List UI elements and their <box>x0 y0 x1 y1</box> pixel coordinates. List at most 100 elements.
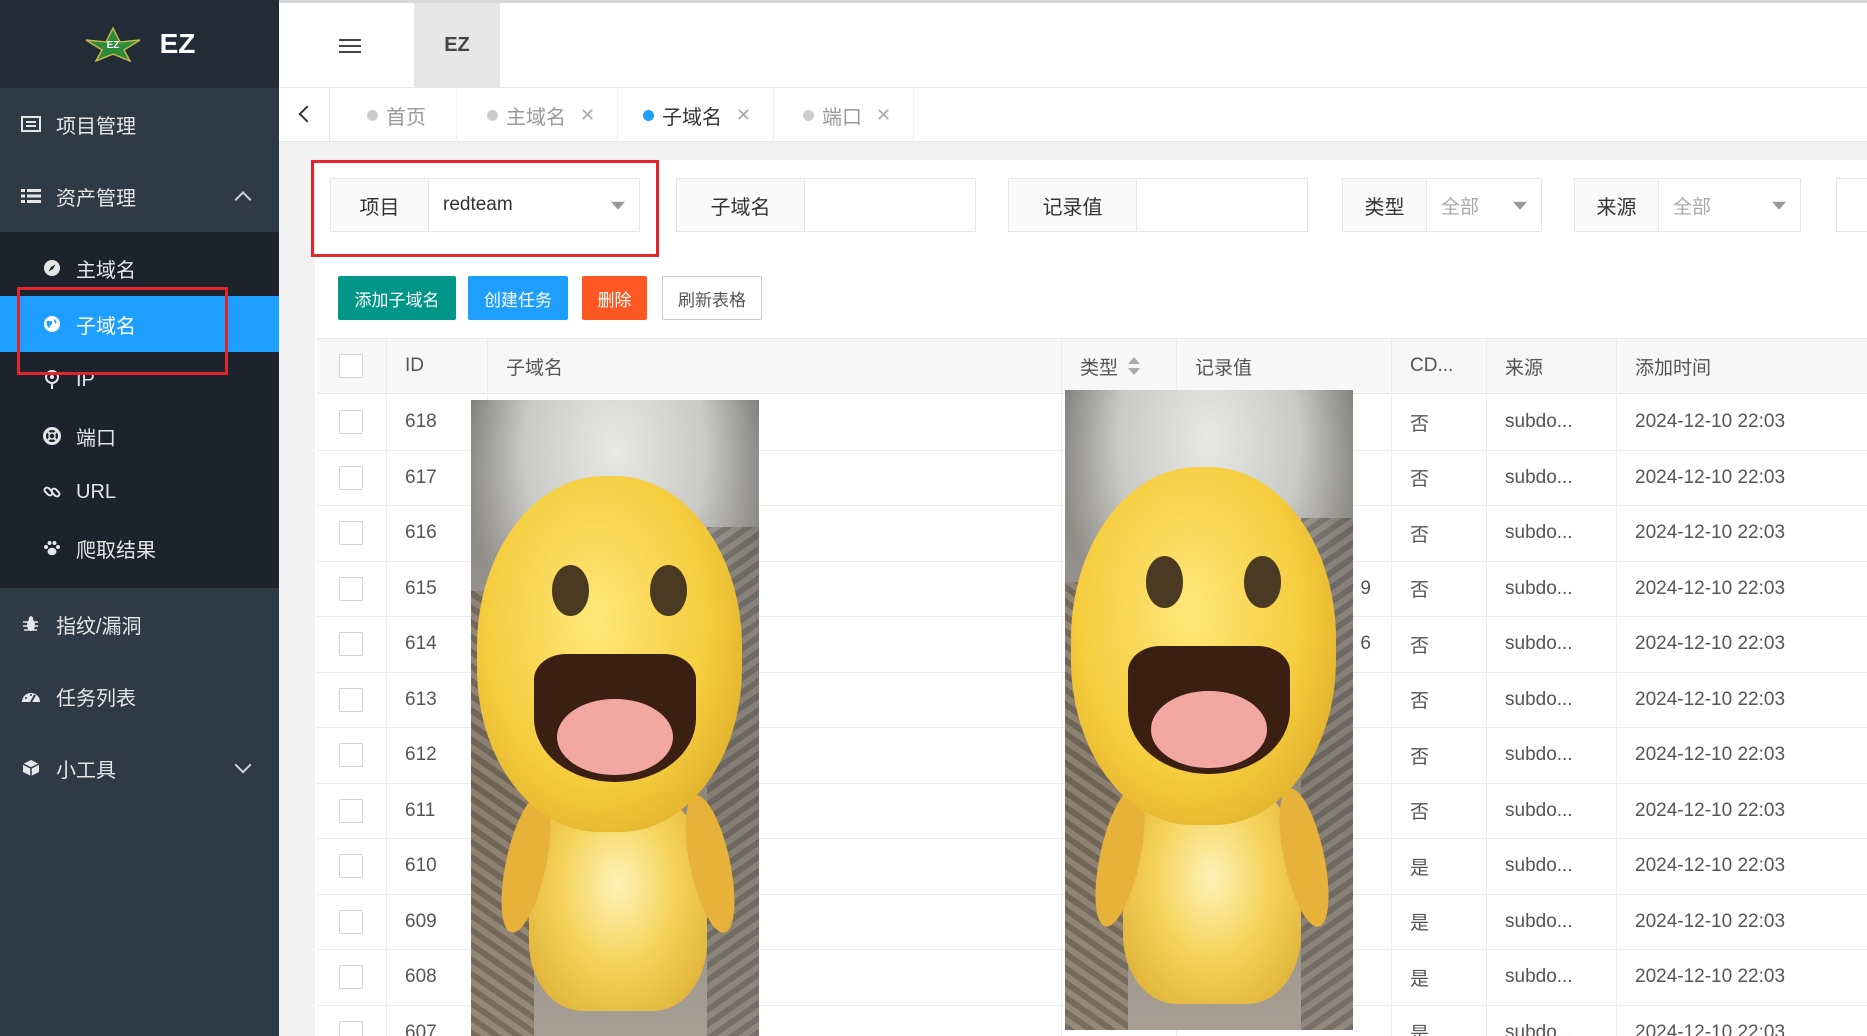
refresh-table-button[interactable]: 刷新表格 <box>662 276 762 320</box>
row-checkbox-cell <box>317 395 387 450</box>
cell-added-time: 2024-12-10 22:03 <box>1635 744 1786 766</box>
select-all-checkbox[interactable] <box>339 354 363 378</box>
sidebar-subitem-crawl-results[interactable]: 爬取结果 <box>0 520 279 576</box>
row-checkbox-cell <box>317 617 387 672</box>
sidebar-item-task-list[interactable]: 任务列表 <box>0 668 279 724</box>
tab-port[interactable]: 端口 ✕ <box>803 88 915 142</box>
row-checkbox[interactable] <box>339 965 363 990</box>
cell-source: subdo... <box>1487 617 1617 672</box>
cell-cdn: 否 <box>1392 506 1487 561</box>
paw-icon <box>42 538 62 558</box>
divider <box>329 88 330 142</box>
add-subdomain-button[interactable]: 添加子域名 <box>338 276 456 320</box>
cell-cdn: 否 <box>1392 561 1487 616</box>
header-checkbox-cell <box>317 339 387 393</box>
sidebar: EZ EZ 项目管理 资产管理 主域名 子域名 IP 端口 URL 爬取结果 指… <box>0 0 279 1036</box>
filter-label: 子域名 <box>677 179 805 231</box>
row-checkbox[interactable] <box>339 909 363 934</box>
type-filter[interactable]: 类型 全部 <box>1342 178 1542 232</box>
cell-cdn: 是 <box>1392 894 1487 949</box>
header-type-label: 类型 <box>1080 357 1119 379</box>
cube-icon <box>20 757 42 779</box>
chevron-left-icon[interactable] <box>295 102 315 126</box>
cell-cdn: 否 <box>1392 728 1487 783</box>
row-checkbox-cell <box>317 839 387 894</box>
row-checkbox[interactable] <box>339 854 363 879</box>
close-icon[interactable]: ✕ <box>876 105 891 126</box>
tab-subdomain[interactable]: 子域名 ✕ <box>643 88 775 142</box>
menu-toggle-icon[interactable] <box>339 39 361 55</box>
row-checkbox[interactable] <box>339 1020 363 1036</box>
row-checkbox[interactable] <box>339 465 363 490</box>
subdomain-filter[interactable]: 子域名 <box>676 178 976 232</box>
cell-cdn: 是 <box>1392 1005 1487 1036</box>
header-cdn[interactable]: CD... <box>1392 339 1487 393</box>
top-tab-ez[interactable]: EZ <box>414 3 500 88</box>
sidebar-subitem-label: 端口 <box>76 427 116 450</box>
delete-button[interactable]: 删除 <box>582 276 647 320</box>
cell-added-time: 2024-12-10 22:03 <box>1635 577 1786 599</box>
header-record[interactable]: 记录值 <box>1177 339 1392 393</box>
duck-sticker-image <box>471 400 759 1036</box>
sort-icon[interactable] <box>1128 357 1141 375</box>
cell-cdn: 否 <box>1392 617 1487 672</box>
row-checkbox-cell <box>317 672 387 727</box>
row-checkbox[interactable] <box>339 521 363 546</box>
header-subdomain[interactable]: 子域名 <box>488 339 1062 393</box>
cell-added-time: 2024-12-10 22:03 <box>1635 855 1786 877</box>
logo-badge-text: EZ <box>106 40 119 51</box>
highlight-box-subdomain <box>17 287 228 375</box>
bars-icon <box>20 185 42 207</box>
sidebar-subitem-url[interactable]: URL <box>0 464 279 520</box>
cell-source: subdo... <box>1487 950 1617 1005</box>
row-checkbox-cell <box>317 728 387 783</box>
logo-star-icon: EZ <box>84 26 142 63</box>
cell-added-time: 2024-12-10 22:03 <box>1635 688 1786 710</box>
compass-icon <box>42 258 62 278</box>
close-icon[interactable]: ✕ <box>580 105 595 126</box>
cell-source: subdo... <box>1487 450 1617 505</box>
sidebar-item-project-management[interactable]: 项目管理 <box>0 96 279 152</box>
asset-submenu: 主域名 子域名 IP 端口 URL 爬取结果 <box>0 232 279 588</box>
tab-dot-icon <box>643 109 654 121</box>
row-checkbox[interactable] <box>339 743 363 768</box>
cell-cdn: 否 <box>1392 672 1487 727</box>
sidebar-item-label: 小工具 <box>56 759 116 782</box>
sidebar-item-asset-management[interactable]: 资产管理 <box>0 168 279 224</box>
sidebar-item-tools[interactable]: 小工具 <box>0 740 279 796</box>
row-checkbox[interactable] <box>339 632 363 657</box>
tab-dot-icon <box>367 109 378 121</box>
type-select[interactable]: 全部 <box>1427 179 1541 231</box>
sidebar-item-label: 项目管理 <box>56 115 136 138</box>
header-added-time[interactable]: 添加时间 <box>1617 339 1867 393</box>
row-checkbox[interactable] <box>339 687 363 712</box>
header-type[interactable]: 类型 <box>1062 339 1177 393</box>
subdomain-input[interactable] <box>805 179 975 231</box>
caret-down-icon <box>1772 201 1786 210</box>
record-filter[interactable]: 记录值 <box>1008 178 1308 232</box>
row-checkbox[interactable] <box>339 576 363 601</box>
extra-filter-edge[interactable] <box>1836 178 1867 232</box>
row-checkbox[interactable] <box>339 410 363 435</box>
source-select[interactable]: 全部 <box>1659 179 1800 231</box>
page-tabs-bar: 首页 主域名 ✕ 子域名 ✕ 端口 ✕ <box>279 88 1867 142</box>
create-task-button[interactable]: 创建任务 <box>468 276 568 320</box>
tab-label: 主域名 <box>506 106 566 129</box>
row-checkbox[interactable] <box>339 798 363 823</box>
close-icon[interactable]: ✕ <box>736 105 751 126</box>
dashboard-icon <box>20 685 42 707</box>
logo[interactable]: EZ EZ <box>0 0 279 88</box>
sidebar-subitem-port[interactable]: 端口 <box>0 408 279 464</box>
record-input[interactable] <box>1137 179 1307 231</box>
lifebuoy-icon <box>42 426 62 446</box>
tab-home[interactable]: 首页 <box>367 88 457 142</box>
row-checkbox-cell <box>317 950 387 1005</box>
row-checkbox-cell <box>317 506 387 561</box>
header-id[interactable]: ID <box>387 339 488 393</box>
cell-added-time: 2024-12-10 22:03 <box>1635 910 1786 932</box>
sidebar-item-fingerprint-vuln[interactable]: 指纹/漏洞 <box>0 596 279 652</box>
header-source[interactable]: 来源 <box>1487 339 1617 393</box>
source-filter[interactable]: 来源 全部 <box>1574 178 1801 232</box>
cell-added-time: 2024-12-10 22:03 <box>1635 1021 1786 1036</box>
tab-main-domain[interactable]: 主域名 ✕ <box>487 88 619 142</box>
